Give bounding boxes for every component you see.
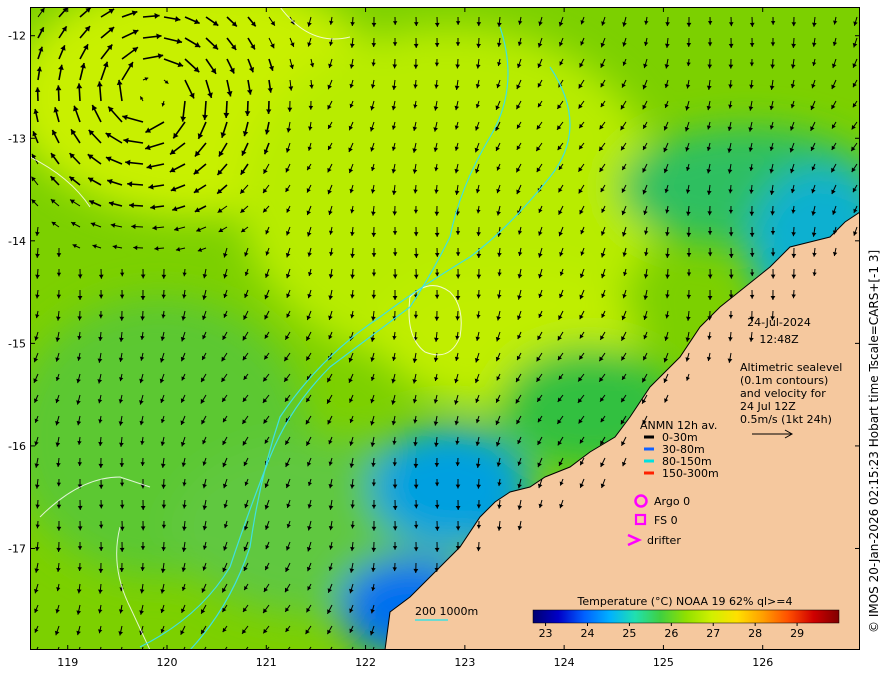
colorbar-tick-label: 27	[706, 627, 720, 640]
description-line-2: (0.1m contours)	[740, 374, 828, 387]
isobath-label: 200 1000m	[415, 605, 478, 618]
argo-label: Argo 0	[654, 495, 690, 508]
colorbar-tick-label: 24	[580, 627, 594, 640]
credit-label: © IMOS 20-Jan-2026 02:15:23 Hobart time …	[867, 249, 880, 633]
fs-label: FS 0	[654, 514, 678, 527]
date-label: 24-Jul-2024	[747, 316, 811, 329]
lat-tick-label: -13	[8, 132, 26, 145]
lon-tick-label: 122	[355, 656, 376, 669]
colorbar-tick-label: 26	[664, 627, 678, 640]
legend-label-150-300m: 150-300m	[662, 467, 719, 480]
lat-tick-label: -14	[8, 235, 26, 248]
description-line-1: Altimetric sealevel	[740, 361, 842, 374]
description-line-3: and velocity for	[740, 387, 826, 400]
colorbar-title: Temperature (°C) NOAA 19 62% ql>=4	[577, 595, 793, 608]
credit-text: © IMOS 20-Jan-2026 02:15:23 Hobart time …	[867, 250, 880, 633]
description-line-5: 0.5m/s (1kt 24h)	[740, 413, 832, 426]
lon-tick-label: 126	[752, 656, 773, 669]
lon-tick-label: 124	[554, 656, 575, 669]
lat-tick-label: -12	[8, 30, 26, 43]
description-line-4: 24 Jul 12Z	[740, 400, 796, 413]
lon-tick-label: 121	[256, 656, 277, 669]
lat-tick-label: -16	[8, 440, 26, 453]
lat-tick-label: -15	[8, 337, 26, 350]
lon-tick-label: 119	[57, 656, 78, 669]
lon-tick-label: 125	[653, 656, 674, 669]
isobath-legend: 200 1000m	[415, 605, 478, 621]
colorbar-tick-label: 25	[622, 627, 636, 640]
colorbar-tick-label: 28	[748, 627, 762, 640]
colorbar-ramp	[532, 609, 840, 624]
colorbar-tick-label: 29	[790, 627, 804, 640]
time-label: 12:48Z	[759, 333, 799, 346]
drifter-label: drifter	[647, 534, 681, 547]
lon-tick-label: 123	[454, 656, 475, 669]
lon-tick-label: 120	[157, 656, 178, 669]
lat-tick-label: -17	[8, 542, 26, 555]
ocean-map: 24-Jul-2024 12:48Z Altimetric sealevel (…	[30, 7, 860, 650]
colorbar-tick-label: 23	[539, 627, 553, 640]
